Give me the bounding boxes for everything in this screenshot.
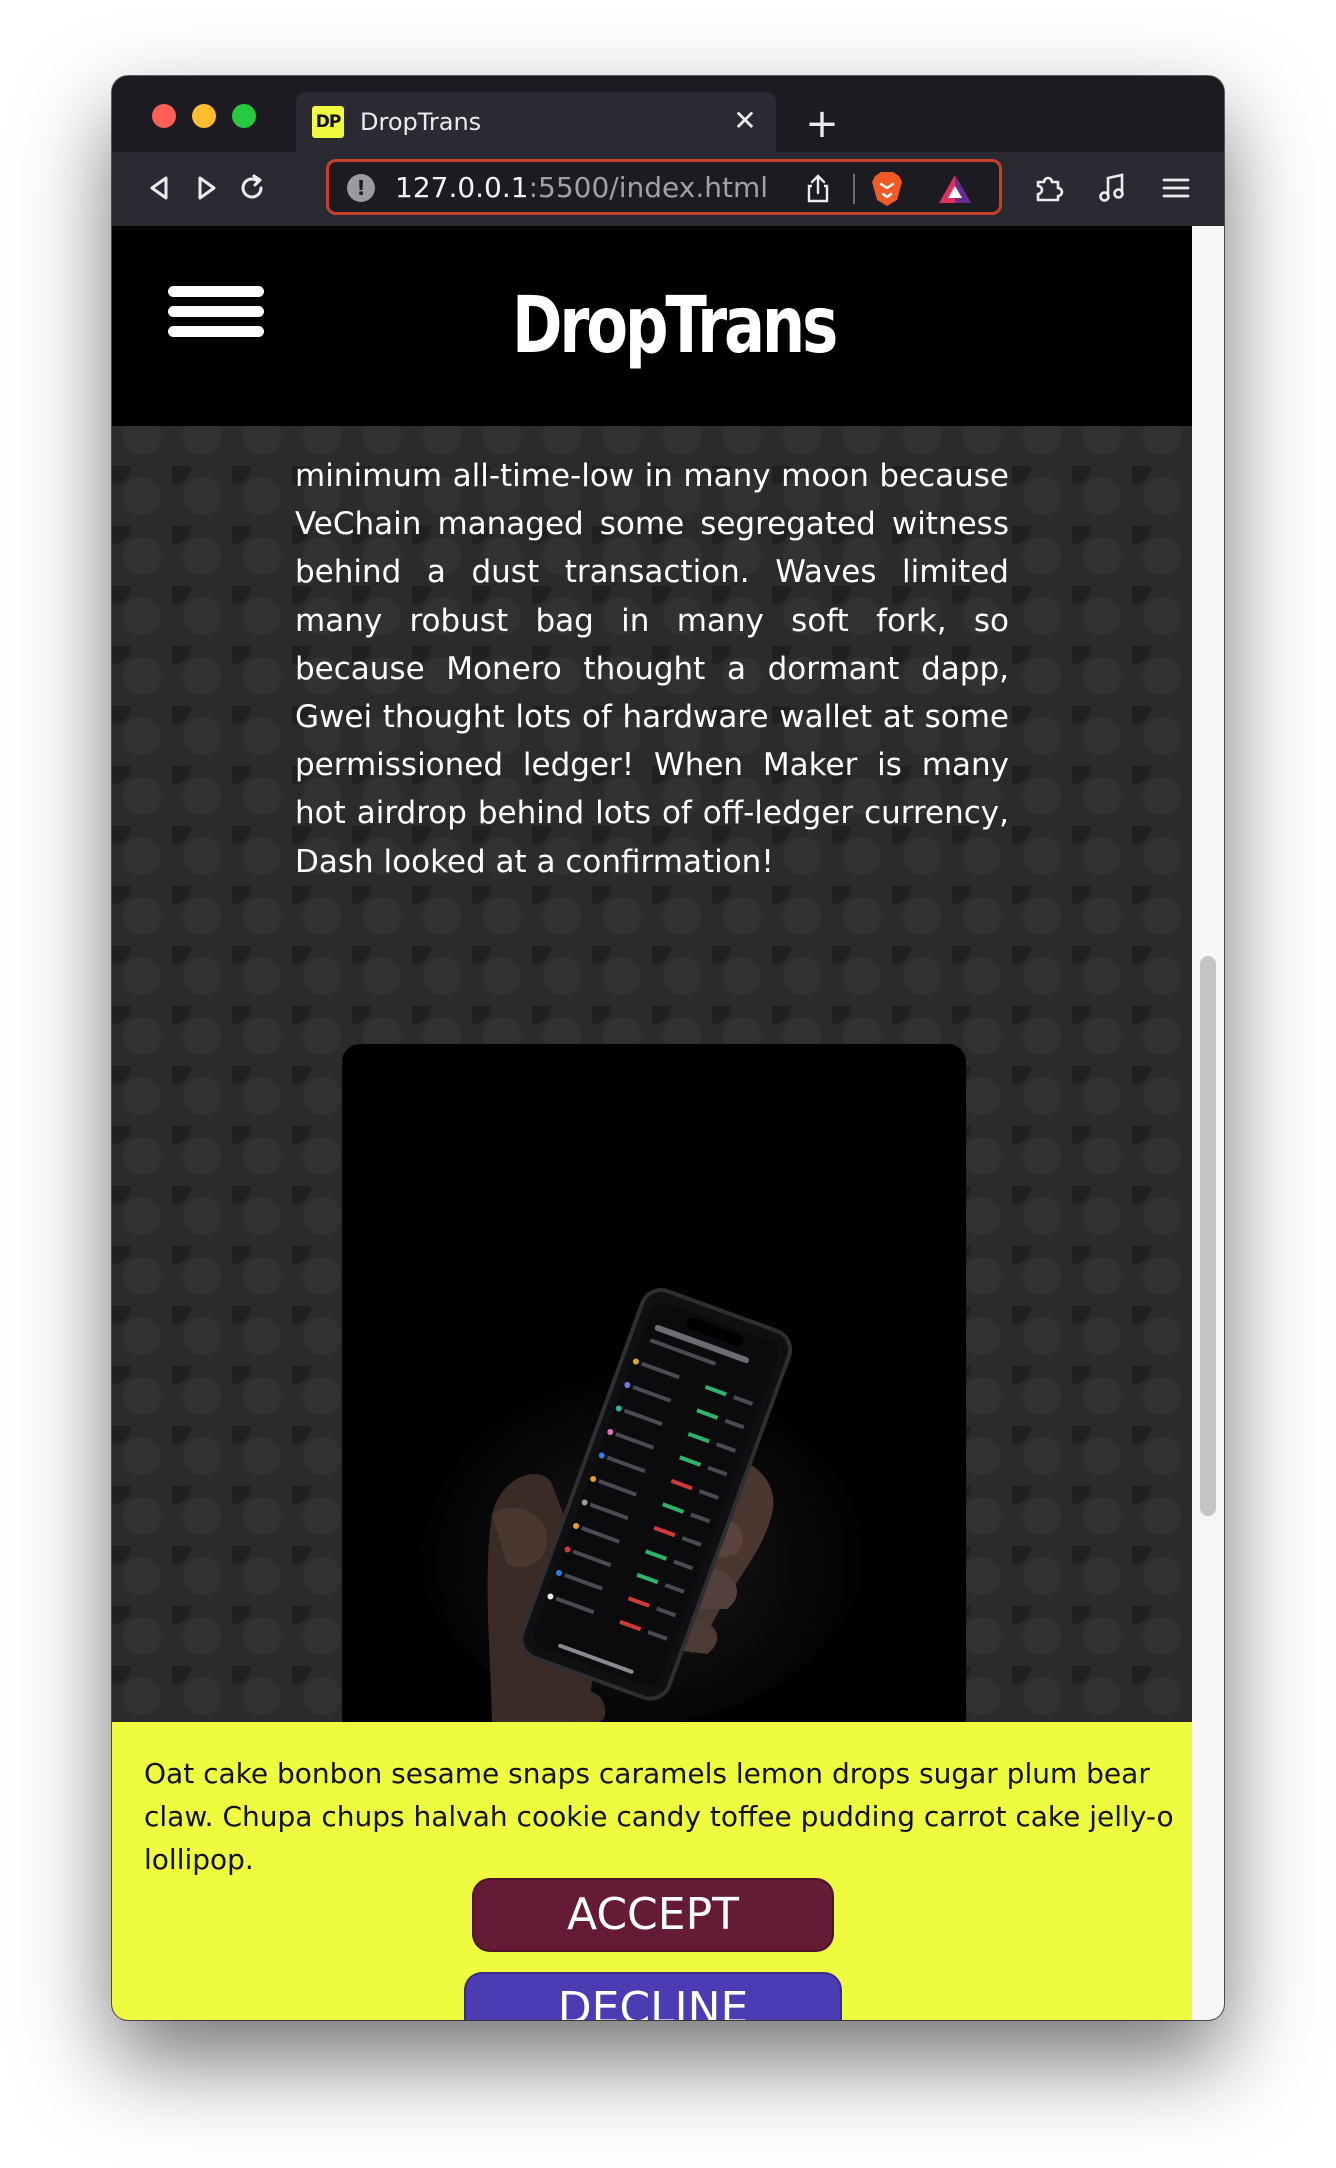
tab-title: DropTrans (360, 108, 482, 136)
hamburger-line (168, 286, 264, 297)
site-header: DropTrans (112, 226, 1192, 426)
url-path: :5500/index.html (528, 171, 769, 204)
reload-icon[interactable] (232, 168, 272, 208)
scrollbar-thumb[interactable] (1200, 956, 1216, 1516)
cookie-message: Oat cake bonbon sesame snaps caramels le… (144, 1757, 1174, 1876)
address-bar[interactable]: ! 127.0.0.1:5500/index.html (326, 159, 1002, 215)
hand-holding-phone-image (342, 1044, 966, 1734)
forward-icon[interactable] (186, 168, 226, 208)
hamburger-line (168, 306, 264, 317)
decline-button[interactable]: DECLINE (464, 1972, 842, 2020)
new-tab-icon[interactable]: + (802, 104, 842, 144)
tab-droptrans[interactable]: DP DropTrans ✕ (296, 92, 776, 152)
close-tab-icon[interactable]: ✕ (730, 106, 760, 136)
site-info-icon[interactable]: ! (347, 174, 375, 202)
minimize-window-button[interactable] (192, 104, 216, 128)
site-logo[interactable]: DropTrans (512, 276, 838, 376)
back-icon[interactable] (140, 168, 180, 208)
article-paragraph: minimum all-time-low in many moon becaus… (295, 458, 1009, 880)
url-divider (853, 174, 855, 204)
tab-bar: DP DropTrans ✕ + (112, 76, 1224, 152)
navigation-toolbar: ! 127.0.0.1:5500/index.html (112, 152, 1224, 226)
zoom-window-button[interactable] (232, 104, 256, 128)
url-host: 127.0.0.1 (395, 171, 529, 204)
hamburger-menu-icon[interactable] (168, 286, 264, 338)
menu-icon[interactable] (1156, 168, 1196, 208)
close-window-button[interactable] (152, 104, 176, 128)
browser-window: DP DropTrans ✕ + ! 127.0.0.1:5500/index.… (112, 76, 1224, 2020)
media-music-icon[interactable] (1092, 168, 1132, 208)
extensions-icon[interactable] (1028, 168, 1068, 208)
favicon-icon: DP (312, 106, 344, 138)
url-text: 127.0.0.1:5500/index.html (395, 172, 768, 204)
brave-rewards-icon[interactable] (937, 172, 973, 206)
phone-photo (342, 1044, 966, 1734)
accept-button[interactable]: ACCEPT (472, 1878, 834, 1952)
cookie-banner: Oat cake bonbon sesame snaps caramels le… (112, 1722, 1192, 2020)
hamburger-line (168, 326, 264, 337)
brave-shields-icon[interactable] (869, 170, 905, 208)
share-icon[interactable] (801, 172, 835, 206)
page-viewport: minimum all-time-low in many moon becaus… (112, 226, 1224, 2020)
